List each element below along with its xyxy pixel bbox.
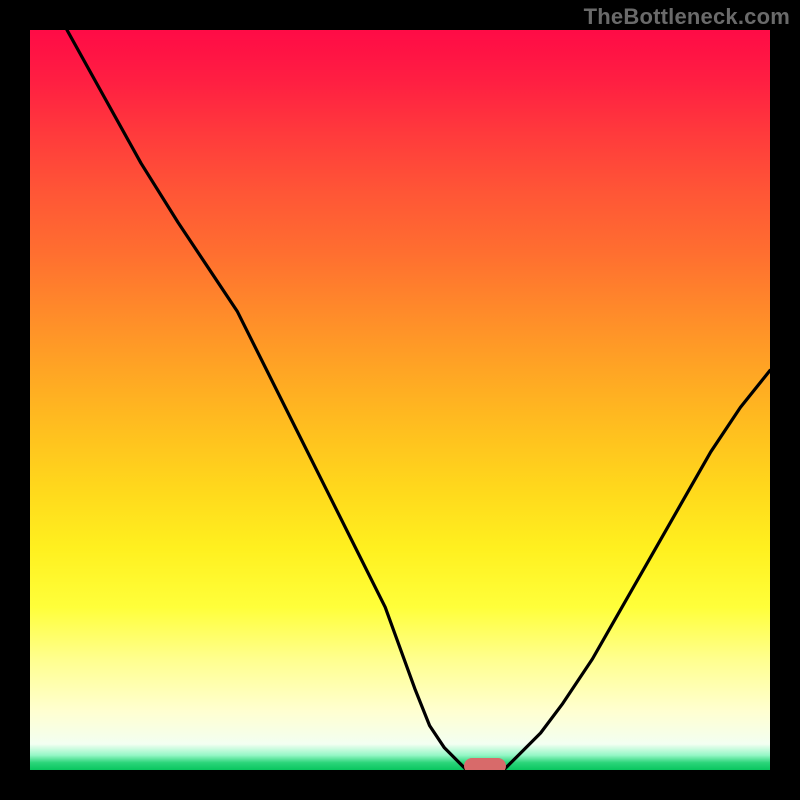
curve-path xyxy=(67,30,770,770)
chart-frame: TheBottleneck.com xyxy=(0,0,800,800)
optimal-point-marker xyxy=(464,758,506,770)
plot-area xyxy=(30,30,770,770)
bottleneck-curve xyxy=(30,30,770,770)
watermark-text: TheBottleneck.com xyxy=(584,4,790,30)
